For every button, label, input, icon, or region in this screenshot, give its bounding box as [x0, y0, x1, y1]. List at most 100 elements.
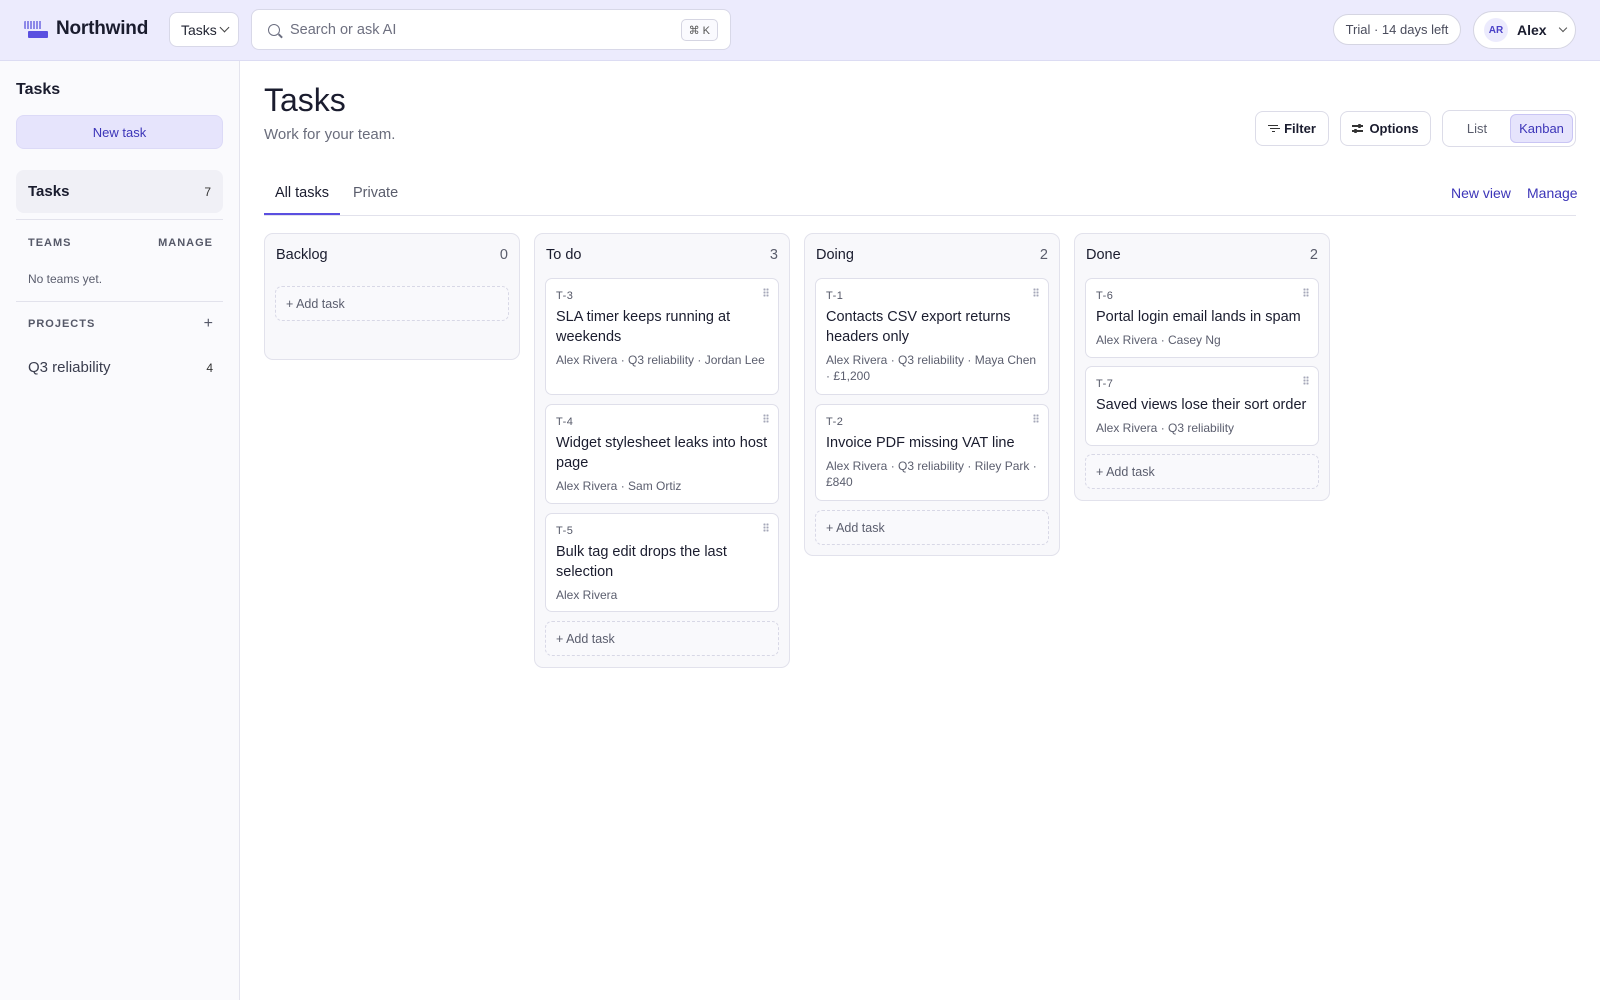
add-task-button[interactable]: + Add task	[1085, 454, 1319, 489]
column-title: To do	[546, 247, 582, 263]
task-card[interactable]: T-3 SLA timer keeps running at weekends …	[545, 278, 779, 395]
sidebar: Tasks New task Tasks 7 TEAMS MANAGE No t…	[0, 61, 240, 1000]
manage-teams-link[interactable]: MANAGE	[158, 237, 213, 249]
task-card[interactable]: T-2 Invoice PDF missing VAT line Alex Ri…	[815, 404, 1049, 501]
main-content: Tasks Work for your team. Filter Options…	[241, 61, 1600, 1000]
sidebar-divider	[16, 301, 223, 302]
sliders-icon	[1352, 124, 1364, 133]
task-title: Saved views lose their sort order	[1096, 397, 1307, 413]
task-meta: Alex Rivera · Q3 reliability · Riley Par…	[826, 459, 1037, 489]
new-task-button[interactable]: New task	[16, 115, 223, 149]
task-id: T-1	[826, 290, 844, 302]
task-id: T-6	[1096, 290, 1114, 302]
add-project-icon[interactable]: +	[204, 315, 213, 333]
column-header: Done 2	[1086, 247, 1318, 263]
filter-icon	[1268, 124, 1279, 133]
new-view-link[interactable]: New view	[1451, 185, 1511, 201]
drag-handle-icon[interactable]	[763, 523, 769, 532]
task-title: Bulk tag edit drops the last selection	[556, 544, 727, 580]
brand-name: Northwind	[56, 18, 149, 39]
column-count: 2	[1309, 247, 1318, 263]
active-tab-indicator	[264, 213, 340, 215]
sidebar-divider	[16, 219, 223, 220]
task-meta: Alex Rivera	[556, 588, 618, 602]
drag-handle-icon[interactable]	[763, 414, 769, 423]
task-meta: Alex Rivera · Q3 reliability · Jordan Le…	[556, 353, 765, 367]
column-title: Doing	[816, 247, 854, 263]
avatar: AR	[1484, 18, 1508, 42]
search-shortcut-badge: ⌘ K	[680, 19, 718, 41]
task-card[interactable]: T-4 Widget stylesheet leaks into host pa…	[545, 404, 779, 504]
options-button[interactable]: Options	[1340, 111, 1431, 146]
teams-section-header: TEAMS MANAGE	[28, 237, 213, 249]
manage-views-link[interactable]: Manage	[1527, 185, 1578, 201]
top-bar: Northwind Tasks ⌘ K Trial · 14 days left…	[0, 0, 1600, 61]
task-id: T-2	[826, 416, 844, 428]
kanban-column-done: Done 2 T-6 Portal login email lands in s…	[1074, 233, 1330, 501]
task-meta: Alex Rivera · Q3 reliability	[1096, 421, 1235, 435]
add-task-button[interactable]: + Add task	[815, 510, 1049, 545]
chevron-down-icon	[219, 22, 230, 33]
page-title: Tasks	[264, 82, 346, 118]
task-card[interactable]: T-7 Saved views lose their sort order Al…	[1085, 366, 1319, 446]
task-title: Invoice PDF missing VAT line	[826, 435, 1015, 451]
search-input[interactable]	[290, 18, 650, 42]
trial-badge[interactable]: Trial · 14 days left	[1333, 14, 1461, 45]
task-meta: Alex Rivera · Q3 reliability · Maya Chen…	[826, 353, 1037, 383]
project-count: 4	[206, 360, 213, 375]
task-title: Portal login email lands in spam	[1096, 309, 1301, 325]
column-header: Doing 2	[816, 247, 1048, 263]
task-id: T-4	[556, 416, 574, 428]
drag-handle-icon[interactable]	[763, 288, 769, 297]
task-id: T-5	[556, 525, 574, 537]
drag-handle-icon[interactable]	[1303, 376, 1309, 385]
sidebar-title: Tasks	[16, 81, 61, 98]
drag-handle-icon[interactable]	[1033, 414, 1039, 423]
task-card[interactable]: T-1 Contacts CSV export returns headers …	[815, 278, 1049, 395]
tab-all-tasks[interactable]: All tasks	[275, 185, 329, 201]
task-title: Widget stylesheet leaks into host page	[556, 435, 768, 471]
column-count: 3	[769, 247, 778, 263]
task-card[interactable]: T-6 Portal login email lands in spam Ale…	[1085, 278, 1319, 358]
options-label: Options	[1369, 121, 1419, 136]
filter-label: Filter	[1284, 121, 1316, 136]
add-task-button[interactable]: + Add task	[545, 621, 779, 656]
drag-handle-icon[interactable]	[1033, 288, 1039, 297]
view-toggle: List Kanban	[1442, 110, 1576, 147]
no-teams-message: No teams yet.	[28, 272, 103, 286]
drag-handle-icon[interactable]	[1303, 288, 1309, 297]
projects-heading: PROJECTS	[28, 318, 96, 330]
teams-heading: TEAMS	[28, 237, 72, 249]
logo-icon	[24, 19, 48, 39]
tab-private[interactable]: Private	[353, 185, 398, 201]
column-count: 2	[1039, 247, 1048, 263]
view-list-button[interactable]: List	[1446, 114, 1508, 143]
search-icon	[268, 24, 280, 36]
task-id: T-3	[556, 290, 574, 302]
project-label: Q3 reliability	[28, 359, 111, 376]
filter-button[interactable]: Filter	[1255, 111, 1329, 146]
task-title: SLA timer keeps running at weekends	[556, 309, 731, 345]
view-kanban-button[interactable]: Kanban	[1510, 114, 1573, 143]
column-title: Backlog	[276, 247, 328, 263]
add-task-button[interactable]: + Add task	[275, 286, 509, 321]
column-count: 0	[499, 247, 508, 263]
sidebar-item-label: Tasks	[28, 183, 70, 200]
tabs-divider	[264, 215, 1576, 216]
search-bar[interactable]: ⌘ K	[251, 9, 731, 50]
module-switcher[interactable]: Tasks	[169, 12, 239, 47]
brand-logo[interactable]: Northwind	[24, 18, 148, 40]
user-menu-button[interactable]: AR Alex	[1473, 11, 1576, 49]
user-name: Alex	[1517, 22, 1547, 38]
task-meta: Alex Rivera · Casey Ng	[1096, 333, 1221, 347]
column-header: To do 3	[546, 247, 778, 263]
task-id: T-7	[1096, 378, 1114, 390]
column-title: Done	[1086, 247, 1121, 263]
task-card[interactable]: T-5 Bulk tag edit drops the last selecti…	[545, 513, 779, 612]
sidebar-item-project[interactable]: Q3 reliability 4	[28, 359, 213, 376]
chevron-down-icon	[1558, 23, 1567, 33]
task-title: Contacts CSV export returns headers only	[826, 309, 1011, 345]
kanban-column-doing: Doing 2 T-1 Contacts CSV export returns …	[804, 233, 1060, 556]
sidebar-item-tasks[interactable]: Tasks 7	[16, 170, 223, 213]
module-switcher-label: Tasks	[181, 21, 217, 38]
